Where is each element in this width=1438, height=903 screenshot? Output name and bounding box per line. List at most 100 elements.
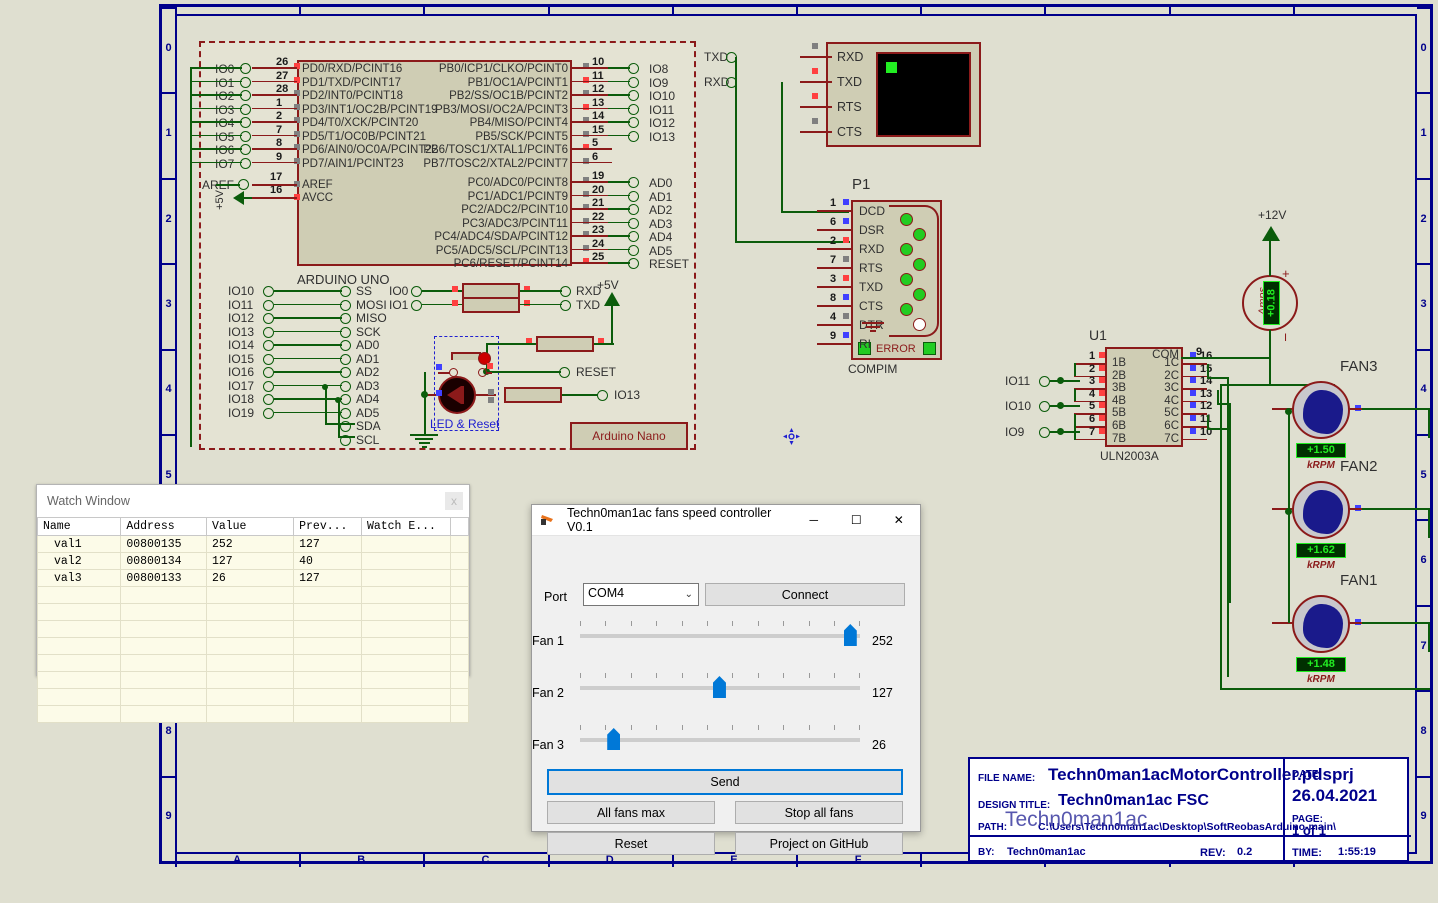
power-arrow-5v (233, 191, 244, 205)
uno-left-stub-1 (252, 80, 297, 83)
table-row[interactable]: val2 00800134 127 40 (36, 552, 469, 570)
terminal-IO0-serial[interactable] (411, 286, 422, 297)
terminal-nano-in-5[interactable] (340, 353, 351, 365)
table-row-empty[interactable] (36, 688, 469, 706)
nano-left-terminal-label-4: IO14 (228, 338, 255, 352)
watch-cell-empty (293, 603, 362, 621)
connect-button[interactable]: Connect (705, 583, 905, 606)
uln-input-name-2: 3B (1112, 382, 1127, 395)
table-row-empty[interactable] (36, 671, 469, 689)
watch-cell-empty (36, 586, 122, 604)
close-icon[interactable]: x (445, 492, 463, 510)
led-marker-r (488, 389, 494, 395)
stop-all-fans-button[interactable]: Stop all fans (735, 801, 903, 824)
fan-slider-3[interactable] (580, 725, 861, 751)
uno-aref-wire (216, 184, 240, 186)
terminal-nano-in-7[interactable] (340, 380, 351, 392)
fan-symbol-FAN2[interactable] (1292, 481, 1350, 539)
fan-slider-1[interactable] (580, 621, 861, 647)
compim-stub-4 (817, 286, 853, 288)
chevron-down-icon[interactable]: ⌄ (685, 589, 693, 600)
pullup-wire-left (486, 343, 536, 345)
ruler-right-3: 3 (1420, 297, 1427, 310)
terminal-IO1-serial[interactable] (411, 299, 422, 311)
terminal-IO19-nano[interactable] (263, 407, 274, 419)
ruler-tick (175, 854, 177, 867)
terminal-IO18-nano[interactable] (263, 394, 274, 405)
terminal-IO17-nano[interactable] (263, 380, 274, 392)
table-row-empty[interactable] (36, 705, 469, 723)
uln-input-marker-5 (1099, 415, 1105, 421)
uln-input-number-4: 5 (1089, 400, 1096, 413)
terminal-IO14-nano[interactable] (263, 340, 274, 351)
terminal-IO10-nano[interactable] (263, 286, 274, 297)
uln-output-name-1: 2C (1164, 369, 1179, 382)
terminal-nano-in-4[interactable] (340, 340, 351, 351)
terminal-nano-in-9[interactable] (340, 407, 351, 419)
fan-slider-2[interactable] (580, 673, 861, 699)
fan-wire-r-0 (1362, 408, 1430, 410)
fan-speed-controller-window[interactable]: Techn0man1ac fans speed controller V0.1 … (531, 504, 921, 855)
slider-thumb-2[interactable] (607, 728, 621, 750)
table-row[interactable]: val1 00800135 252 127 (36, 535, 469, 553)
uno-right-terminal-label-2: IO10 (649, 89, 676, 103)
compim-error-label: ERROR (876, 343, 916, 355)
slider-thumb-1[interactable] (712, 676, 726, 698)
terminal-IO10-uln[interactable] (1039, 401, 1050, 412)
project-on-github-button[interactable]: Project on GitHub (735, 832, 903, 855)
reset-button[interactable]: Reset (547, 832, 715, 855)
all-fans-max-button[interactable]: All fans max (547, 801, 715, 824)
table-row-empty[interactable] (36, 654, 469, 672)
terminal-nano-in-8[interactable] (340, 394, 351, 405)
terminal-nano-in-1[interactable] (340, 299, 351, 311)
terminal-IO11-nano[interactable] (263, 299, 274, 311)
maximize-button[interactable]: ☐ (835, 505, 878, 536)
terminal-RXD[interactable] (560, 286, 571, 297)
send-button[interactable]: Send (547, 769, 903, 795)
terminal-RESET-nano[interactable] (559, 367, 570, 378)
table-row-empty[interactable] (36, 637, 469, 655)
by-value: Techn0man1ac (1007, 846, 1086, 858)
terminal-nano-in-3[interactable] (340, 326, 351, 338)
watch-window-titlebar[interactable]: Watch Window x (37, 485, 469, 517)
uno-avcc-name: AVCC (302, 192, 334, 204)
fan-symbol-FAN1[interactable] (1292, 595, 1350, 653)
watch-cell-empty (450, 637, 469, 655)
junction-dot (322, 384, 328, 390)
terminal-IO9-uln[interactable] (1039, 427, 1050, 438)
terminal-nano-in-6[interactable] (340, 367, 351, 378)
compim-stub-0 (817, 210, 853, 212)
fsc-titlebar[interactable]: Techn0man1ac fans speed controller V0.1 … (532, 505, 920, 536)
watch-cell-prev-2: 127 (293, 569, 362, 587)
port-select[interactable]: COM4 ⌄ (583, 583, 699, 606)
fan-symbol-FAN3[interactable] (1292, 381, 1350, 439)
terminal-nano-in-0[interactable] (340, 286, 351, 297)
terminal-IO16-nano[interactable] (263, 367, 274, 378)
uno-adc-pin-name-6: PC6/RESET/PCINT14 (453, 258, 568, 270)
slider-track-0[interactable] (580, 634, 860, 638)
watch-cell-prev-1: 40 (293, 552, 362, 570)
terminal-IO11-uln[interactable] (1039, 376, 1050, 387)
minimize-button[interactable]: ─ (793, 505, 836, 536)
table-row-empty[interactable] (36, 586, 469, 604)
table-row-empty[interactable] (36, 603, 469, 621)
close-button[interactable]: ✕ (878, 505, 921, 536)
watch-table-body[interactable]: val1 00800135 252 127 val2 00800134 127 40 val3 0… (36, 535, 469, 723)
terminal-IO12-nano[interactable] (263, 313, 274, 324)
watch-cell-address-0: 00800135 (120, 535, 207, 553)
fan-blade (1303, 390, 1343, 434)
watch-window[interactable]: Watch Window x Name Address Value Prev... Wa… (36, 484, 470, 723)
watch-table[interactable]: Name Address Value Prev... Watch E... val1 00… (36, 517, 469, 723)
arduino-nano-label-box[interactable]: Arduino Nano (570, 422, 688, 450)
slider-track-2[interactable] (580, 738, 860, 742)
slider-thumb-0[interactable] (843, 624, 857, 646)
terminal-IO13-nano[interactable] (597, 390, 608, 401)
table-row[interactable]: val3 00800133 26 127 (36, 569, 469, 587)
terminal-TXD[interactable] (560, 299, 571, 311)
compim-ground-symbol (862, 320, 884, 332)
nano-scl-link (338, 400, 340, 437)
terminal-IO15-nano[interactable] (263, 353, 274, 365)
terminal-IO13-nano[interactable] (263, 326, 274, 338)
table-row-empty[interactable] (36, 620, 469, 638)
terminal-nano-in-2[interactable] (340, 313, 351, 324)
